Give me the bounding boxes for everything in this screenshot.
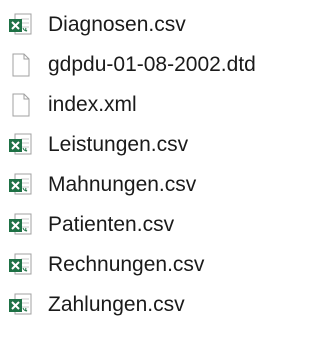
file-item-index-xml[interactable]: index.xml — [0, 85, 304, 125]
file-item-diagnosen-csv[interactable]: Diagnosen.csv — [0, 5, 304, 45]
excel-csv-icon — [6, 171, 34, 199]
file-name: index.xml — [48, 93, 137, 116]
file-name: gdpdu-01-08-2002.dtd — [48, 53, 256, 76]
file-name: Zahlungen.csv — [48, 293, 185, 316]
excel-csv-icon — [6, 291, 34, 319]
file-name: Rechnungen.csv — [48, 253, 205, 276]
blank-file-icon — [6, 51, 34, 79]
blank-file-icon — [6, 91, 34, 119]
excel-csv-icon — [6, 11, 34, 39]
file-name: Mahnungen.csv — [48, 173, 197, 196]
excel-csv-icon — [6, 211, 34, 239]
file-name: Patienten.csv — [48, 213, 175, 236]
excel-csv-icon — [6, 251, 34, 279]
file-item-mahnungen-csv[interactable]: Mahnungen.csv — [0, 165, 304, 205]
file-item-rechnungen-csv[interactable]: Rechnungen.csv — [0, 245, 304, 285]
excel-csv-icon — [6, 131, 34, 159]
file-name: Diagnosen.csv — [48, 13, 186, 36]
file-item-patienten-csv[interactable]: Patienten.csv — [0, 205, 304, 245]
file-item-zahlungen-csv[interactable]: Zahlungen.csv — [0, 285, 304, 325]
file-item-leistungen-csv[interactable]: Leistungen.csv — [0, 125, 304, 165]
file-name: Leistungen.csv — [48, 133, 189, 156]
file-item-gdpdu-dtd[interactable]: gdpdu-01-08-2002.dtd — [0, 45, 304, 85]
file-list: Diagnosen.csv gdpdu-01-08-2002.dtd index… — [0, 0, 304, 347]
